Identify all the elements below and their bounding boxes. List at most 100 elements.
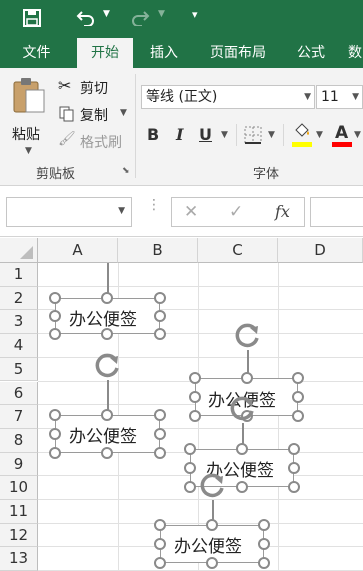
row-header-5[interactable]: 5 <box>0 357 38 382</box>
tab-page-layout[interactable]: 页面布局 <box>196 38 280 68</box>
resize-handle[interactable] <box>49 447 61 459</box>
resize-handle[interactable] <box>101 409 113 421</box>
select-all-button[interactable] <box>0 238 38 263</box>
fill-color-button[interactable] <box>292 122 314 150</box>
italic-button[interactable]: I <box>176 125 183 144</box>
row-header-9[interactable]: 9 <box>0 452 38 477</box>
resize-handle[interactable] <box>49 428 61 440</box>
save-icon[interactable] <box>23 9 41 27</box>
splitter-dots-icon[interactable]: ⋮ <box>147 198 161 212</box>
tab-formulas[interactable]: 公式 <box>285 38 337 68</box>
resize-handle[interactable] <box>206 557 218 569</box>
resize-handle[interactable] <box>184 443 196 455</box>
row-header-10[interactable]: 10 <box>0 476 38 500</box>
resize-handle[interactable] <box>154 292 166 304</box>
resize-handle[interactable] <box>154 409 166 421</box>
resize-handle[interactable] <box>49 409 61 421</box>
font-size-select[interactable]: 11 ▼ <box>316 85 363 109</box>
resize-handle[interactable] <box>154 328 166 340</box>
resize-handle[interactable] <box>154 447 166 459</box>
column-header-d[interactable]: D <box>278 238 363 263</box>
resize-handle[interactable] <box>288 481 300 493</box>
resize-handle[interactable] <box>49 328 61 340</box>
undo-dropdown-icon[interactable]: ▼ <box>103 9 110 19</box>
resize-handle[interactable] <box>49 310 61 322</box>
resize-handle[interactable] <box>101 447 113 459</box>
row-header-6[interactable]: 6 <box>0 381 38 406</box>
borders-icon[interactable] <box>244 126 262 144</box>
resize-handle[interactable] <box>101 292 113 304</box>
row-header-8[interactable]: 8 <box>0 428 38 453</box>
column-header-c[interactable]: C <box>198 238 278 263</box>
font-name-select[interactable]: 等线 (正文) ▼ <box>141 85 315 109</box>
copy-dropdown-icon[interactable]: ▼ <box>120 108 127 118</box>
tab-insert[interactable]: 插入 <box>136 38 192 68</box>
column-header-b[interactable]: B <box>118 238 198 263</box>
row-header-3[interactable]: 3 <box>0 310 38 335</box>
scissors-icon: ✂ <box>58 76 72 95</box>
underline-button[interactable]: U <box>199 125 212 144</box>
resize-handle[interactable] <box>288 443 300 455</box>
undo-icon[interactable] <box>76 10 96 26</box>
rotate-handle-icon[interactable] <box>228 393 258 423</box>
font-color-button[interactable]: A <box>332 120 352 150</box>
resize-handle[interactable] <box>292 372 304 384</box>
rotate-handle-icon[interactable] <box>233 320 263 350</box>
resize-handle[interactable] <box>288 462 300 474</box>
row-header-4[interactable]: 4 <box>0 334 38 358</box>
paste-dropdown-icon[interactable]: ▼ <box>25 146 32 156</box>
fill-color-dropdown-icon[interactable]: ▼ <box>316 130 323 140</box>
resize-handle[interactable] <box>154 519 166 531</box>
sticky-note-shape[interactable]: 办公便签 <box>154 470 275 571</box>
row-header-12[interactable]: 12 <box>0 523 38 548</box>
tab-data[interactable]: 数 <box>340 38 363 68</box>
resize-handle[interactable] <box>241 372 253 384</box>
resize-handle[interactable] <box>206 519 218 531</box>
resize-handle[interactable] <box>154 557 166 569</box>
format-painter-button[interactable]: 🖌 格式刷 <box>58 131 130 152</box>
row-header-13[interactable]: 13 <box>0 547 38 571</box>
bold-button[interactable]: B <box>147 125 159 144</box>
resize-handle[interactable] <box>101 328 113 340</box>
resize-handle[interactable] <box>49 292 61 304</box>
formula-input[interactable] <box>310 197 363 227</box>
resize-handle[interactable] <box>154 310 166 322</box>
resize-handle[interactable] <box>189 372 201 384</box>
resize-handle[interactable] <box>258 557 270 569</box>
rotate-handle-icon[interactable] <box>198 470 228 500</box>
row-header-7[interactable]: 7 <box>0 405 38 429</box>
sticky-note-shape[interactable]: 办公便签 <box>49 263 166 340</box>
clipboard-launcher-icon[interactable]: ⬊ <box>122 166 130 176</box>
resize-handle[interactable] <box>258 538 270 550</box>
chevron-down-icon: ▼ <box>352 92 359 102</box>
rotate-handle-icon[interactable] <box>93 350 123 380</box>
underline-dropdown-icon[interactable]: ▼ <box>221 130 228 140</box>
borders-dropdown-icon[interactable]: ▼ <box>268 130 275 140</box>
column-header-a[interactable]: A <box>38 238 118 263</box>
worksheet-grid[interactable]: A B C D 1 2 3 4 5 6 7 8 9 10 11 12 13 办公便签 办公便签 <box>0 238 363 571</box>
row-header-2[interactable]: 2 <box>0 286 38 311</box>
paste-label: 粘贴 <box>12 127 40 143</box>
tab-file[interactable]: 文件 <box>0 38 73 68</box>
row-header-11[interactable]: 11 <box>0 500 38 524</box>
cancel-icon[interactable]: ✕ <box>184 202 198 222</box>
name-box[interactable]: ▼ <box>6 197 132 227</box>
resize-handle[interactable] <box>154 428 166 440</box>
resize-handle[interactable] <box>236 443 248 455</box>
resize-handle[interactable] <box>154 538 166 550</box>
row-header-1[interactable]: 1 <box>0 263 38 287</box>
cut-button[interactable]: ✂ 剪切 <box>58 76 118 98</box>
redo-icon[interactable] <box>130 10 150 26</box>
cut-label: 剪切 <box>80 81 108 97</box>
confirm-icon[interactable]: ✓ <box>229 202 243 222</box>
customize-toolbar-icon[interactable]: ▾ <box>192 8 198 21</box>
copy-button[interactable]: 复制 ▼ <box>58 105 130 125</box>
sticky-note-shape[interactable]: 办公便签 <box>49 350 166 459</box>
insert-function-icon[interactable]: fx <box>275 202 290 221</box>
paste-button[interactable]: 粘贴 ▼ <box>8 74 50 156</box>
font-color-dropdown-icon[interactable]: ▼ <box>354 130 361 140</box>
tab-home[interactable]: 开始 <box>77 38 133 68</box>
copy-icon <box>59 106 74 122</box>
resize-handle[interactable] <box>258 519 270 531</box>
redo-dropdown-icon[interactable]: ▼ <box>158 9 165 19</box>
